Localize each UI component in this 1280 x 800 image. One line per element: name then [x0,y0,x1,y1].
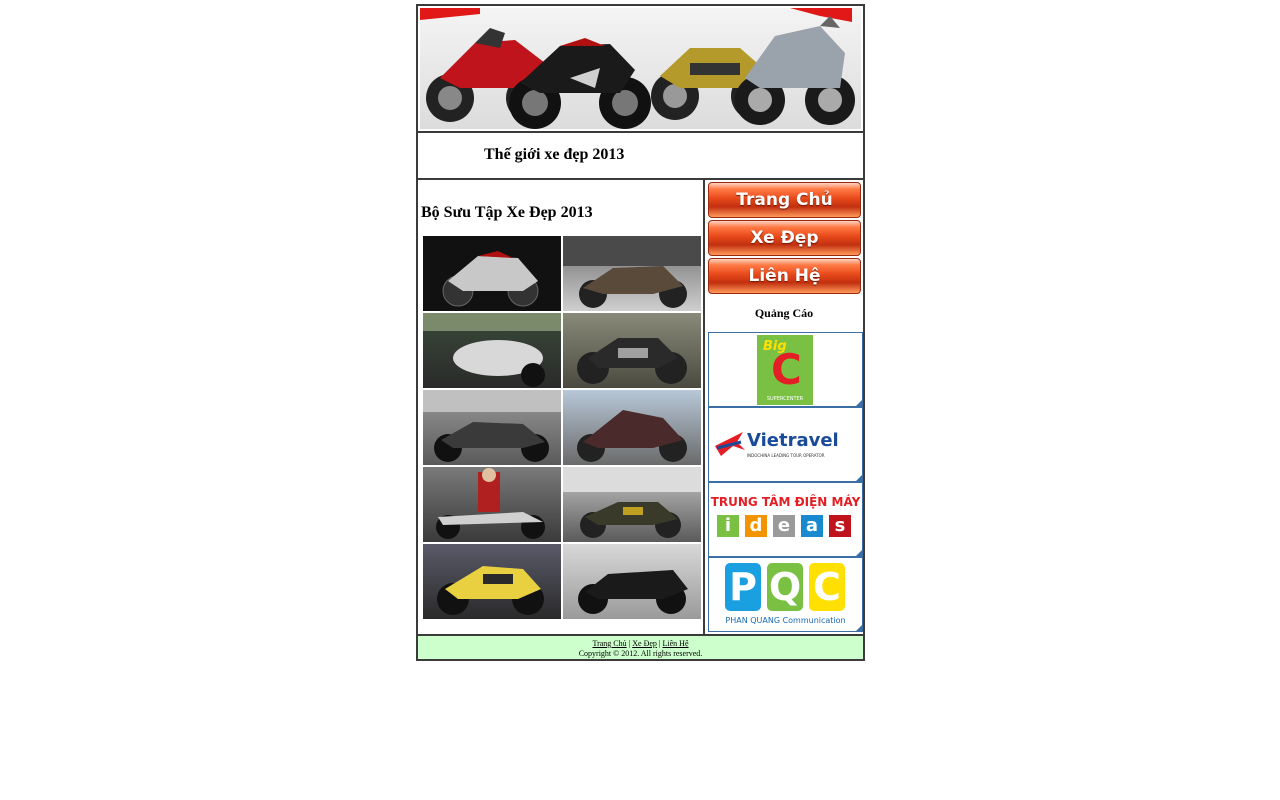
sidebar: Trang Chủ Xe Đẹp Liên Hệ Quảng Cáo Big C… [705,180,863,634]
gallery-photo[interactable] [563,313,701,388]
ad-ideas[interactable]: TRUNG TÂM ĐIỆN MÁY i d e a s [708,482,863,557]
footer-link-contact[interactable]: Liên Hệ [663,639,689,648]
footer-separator: | [658,639,661,648]
footer-links: Trang Chủ | Xe Đẹp | Liên Hệ [418,639,863,649]
gallery-photo[interactable] [423,544,561,619]
gallery-photo[interactable] [563,467,701,542]
gallery-photo[interactable] [423,313,561,388]
header-banner [418,6,863,133]
gallery-photo[interactable] [423,390,561,465]
nav-button-home[interactable]: Trang Chủ [708,182,861,218]
copyright-text: Copyright © 2012. All rights reserved. [578,649,703,658]
ad-vietravel[interactable]: Vietravel INDOCHINA LEADING TOUR OPERATO… [708,407,863,482]
main-content: Bộ Sưu Tập Xe Đẹp 2013 [418,180,705,634]
nav-button-bikes[interactable]: Xe Đẹp [708,220,861,256]
footer: Trang Chủ | Xe Đẹp | Liên Hệ Copyright ©… [418,634,863,659]
ad-pqc[interactable]: P Q C PHAN QUANG Communication [708,557,863,632]
ad-bigc[interactable]: Big C SUPERCENTER [708,332,863,407]
gallery-photo[interactable] [423,236,561,311]
footer-link-home[interactable]: Trang Chủ [592,639,626,648]
footer-link-bikes[interactable]: Xe Đẹp [632,639,657,648]
page-container: Thế giới xe đẹp 2013 Bộ Sưu Tập Xe Đẹp 2… [416,4,865,661]
vietravel-plane-icon [715,432,745,456]
gallery-photo[interactable] [563,390,701,465]
gallery-photo[interactable] [563,544,701,619]
gallery-title: Bộ Sưu Tập Xe Đẹp 2013 [421,204,593,221]
ads-title: Quảng Cáo [754,306,814,320]
title-row: Thế giới xe đẹp 2013 [418,133,863,180]
gallery-photo[interactable] [423,467,561,542]
motorcycles-banner-image [420,8,861,129]
gallery-photo[interactable] [563,236,701,311]
bigc-logo: Big C SUPERCENTER [757,335,813,405]
nav-button-contact[interactable]: Liên Hệ [708,258,861,294]
site-title: Thế giới xe đẹp 2013 [484,146,625,163]
footer-separator: | [628,639,631,648]
